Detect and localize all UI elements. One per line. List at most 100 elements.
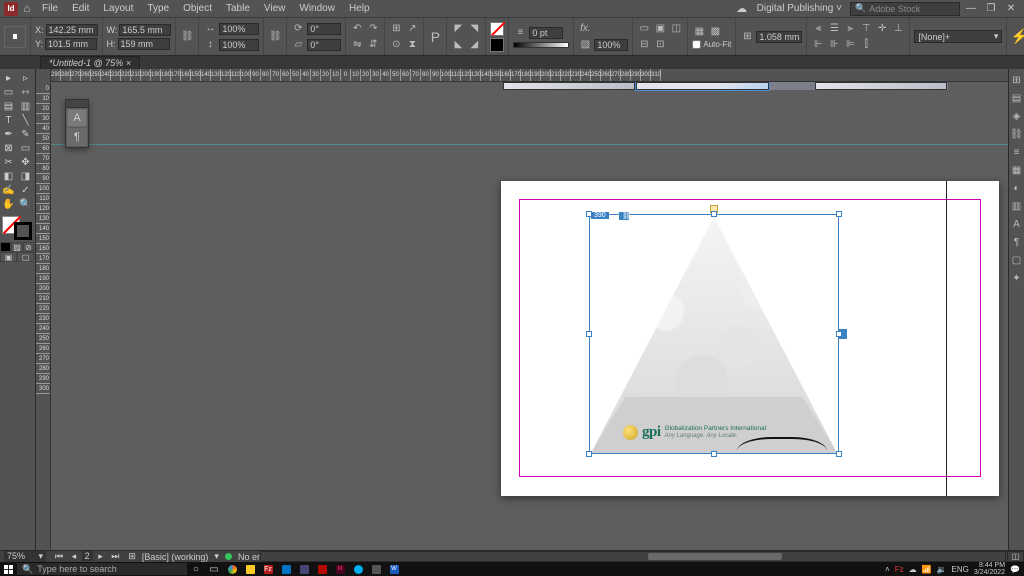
handle-ml[interactable] xyxy=(586,331,592,337)
character-styles-panel-icon[interactable]: A xyxy=(1010,217,1024,231)
master-page-label[interactable]: [Basic] (working) xyxy=(142,552,209,562)
pencil-tool[interactable]: ✎ xyxy=(17,127,34,141)
panel-grip-icon[interactable] xyxy=(66,100,88,108)
tab-close-icon[interactable]: × xyxy=(126,58,131,68)
menu-view[interactable]: View xyxy=(258,1,292,16)
free-transform-tool[interactable]: ✥ xyxy=(17,155,34,169)
tray-onedrive-icon[interactable]: ☁ xyxy=(909,565,917,574)
stock-search[interactable]: 🔍 Adobe Stock xyxy=(850,2,960,16)
split-view-icon[interactable]: ◫ xyxy=(1007,551,1024,562)
wrap-shape-icon[interactable]: ◫ xyxy=(669,22,683,36)
stroke-weight-field[interactable]: 0 pt xyxy=(529,27,563,39)
character-panel-icon[interactable]: A xyxy=(67,109,87,127)
align-right-icon[interactable]: ⫸ xyxy=(843,22,857,36)
taskbar-app-acrobat[interactable] xyxy=(313,562,331,576)
color-panel-icon[interactable]: ◐ xyxy=(1010,181,1024,195)
preflight-status-icon[interactable] xyxy=(225,553,232,560)
object-styles-panel-icon[interactable]: ▢ xyxy=(1010,253,1024,267)
gpu-preview-icon[interactable]: ⚡ xyxy=(1011,25,1024,49)
gap-tool[interactable]: ⇿ xyxy=(17,85,34,99)
taskbar-app-settings[interactable] xyxy=(367,562,385,576)
window-minimize-icon[interactable]: — xyxy=(962,2,980,16)
last-page-button[interactable]: ⏭ xyxy=(108,551,122,561)
horizontal-guide[interactable] xyxy=(51,144,1008,145)
taskbar-app-outlook[interactable] xyxy=(277,562,295,576)
tray-filezilla-icon[interactable]: Fz xyxy=(895,565,904,574)
constrain-scale-icon[interactable]: ⛓ xyxy=(268,30,282,44)
type-tool[interactable]: T xyxy=(0,113,17,127)
corner-bl-icon[interactable]: ◣ xyxy=(451,38,465,52)
opacity-field[interactable]: 100% xyxy=(594,39,628,51)
swatches-panel-icon[interactable]: ▦ xyxy=(1010,163,1024,177)
hourglass-icon[interactable]: ⧗ xyxy=(405,38,419,52)
dist-right-icon[interactable]: ⊫ xyxy=(843,38,857,52)
align-left-icon[interactable]: ⫷ xyxy=(811,22,825,36)
wrap-column-icon[interactable]: ⊡ xyxy=(653,38,667,52)
task-view-icon[interactable]: ▭ xyxy=(205,562,223,576)
flip-h-icon[interactable]: ⇋ xyxy=(350,38,364,52)
pen-tool[interactable]: ✒ xyxy=(0,127,17,141)
stroke-style-dropdown[interactable] xyxy=(513,42,569,48)
cc-libraries-panel-icon[interactable]: ▥ xyxy=(1010,199,1024,213)
hand-tool[interactable]: ✋ xyxy=(0,197,17,211)
fill-swatch[interactable] xyxy=(490,22,504,36)
rectangle-tool[interactable]: ▭ xyxy=(17,141,34,155)
horizontal-ruler[interactable]: 2902802702602502402302202102001901801701… xyxy=(51,69,1008,82)
align-vcenter-icon[interactable]: ✛ xyxy=(875,22,889,36)
apply-color-button[interactable] xyxy=(0,242,11,252)
paragraph-panel-icon[interactable]: ¶ xyxy=(67,128,87,146)
taskbar-app-teams[interactable] xyxy=(295,562,313,576)
windows-start-button[interactable] xyxy=(0,562,16,576)
scale-x-field[interactable]: 100% xyxy=(219,23,259,35)
dist-hcenter-icon[interactable]: ⊪ xyxy=(827,38,841,52)
open-navigator-icon[interactable]: ⊞ xyxy=(128,551,136,562)
prev-page-button[interactable]: ◂ xyxy=(69,551,80,561)
x-field[interactable]: 142.25 mm xyxy=(46,24,98,36)
tray-wifi-icon[interactable]: 📶 xyxy=(922,565,932,574)
corner-br-icon[interactable]: ◢ xyxy=(467,38,481,52)
properties-panel-icon[interactable]: ⊞ xyxy=(1010,73,1024,87)
window-restore-icon[interactable]: ❐ xyxy=(982,2,1000,16)
cloud-sync-icon[interactable]: ☁ xyxy=(735,2,749,16)
links-panel-icon[interactable]: ⛓ xyxy=(1010,127,1024,141)
home-icon[interactable]: ⌂ xyxy=(20,2,34,16)
corner-tr-icon[interactable]: ◥ xyxy=(467,22,481,36)
cortana-icon[interactable]: ○ xyxy=(187,562,205,576)
tray-notifications-icon[interactable]: 💬 xyxy=(1010,565,1020,574)
normal-mode-button[interactable]: ▣ xyxy=(0,252,17,262)
next-page-button[interactable]: ▸ xyxy=(95,551,106,561)
document-tab[interactable]: *Untitled-1 @ 75% × xyxy=(40,56,140,69)
apply-gradient-button[interactable]: ▨ xyxy=(11,242,22,252)
w-field[interactable]: 165.5 mm xyxy=(119,24,171,36)
page-tool[interactable]: ▭ xyxy=(0,85,17,99)
paragraph-styles-panel-icon[interactable]: ¶ xyxy=(1010,235,1024,249)
horizontal-scrollbar[interactable] xyxy=(260,551,1006,562)
gradient-feather-tool[interactable]: ◨ xyxy=(17,169,34,183)
handle-mr[interactable] xyxy=(836,331,842,337)
zoom-level-dropdown[interactable]: 75%▾ xyxy=(4,551,46,562)
align-bottom-icon[interactable]: ⊥ xyxy=(891,22,905,36)
flip-v-icon[interactable]: ⇵ xyxy=(366,38,380,52)
handle-tl[interactable] xyxy=(586,211,592,217)
paragraph-icon[interactable]: P xyxy=(428,30,442,44)
align-hcenter-icon[interactable]: ☰ xyxy=(827,22,841,36)
spread-thumb-1[interactable] xyxy=(503,82,635,90)
align-top-icon[interactable]: ⊤ xyxy=(859,22,873,36)
fit-frame-icon[interactable]: ▦ xyxy=(692,24,706,38)
spread-thumb-3[interactable] xyxy=(815,82,947,90)
fit-content-icon[interactable]: ▩ xyxy=(708,24,722,38)
window-close-icon[interactable]: ✕ xyxy=(1002,2,1020,16)
taskbar-search[interactable]: 🔍 Type here to search xyxy=(17,563,187,575)
menu-file[interactable]: File xyxy=(36,1,64,16)
menu-type[interactable]: Type xyxy=(141,1,175,16)
fill-stroke-control[interactable] xyxy=(0,214,34,242)
selection-bounding-box[interactable]: 390 ⛓ xyxy=(589,214,839,454)
tray-language[interactable]: ENG xyxy=(952,565,969,574)
tray-clock[interactable]: 8:44 PM3/24/2022 xyxy=(974,562,1005,576)
layers-panel-icon[interactable]: ◈ xyxy=(1010,109,1024,123)
handle-br[interactable] xyxy=(836,451,842,457)
effects-panel-icon[interactable]: ✦ xyxy=(1010,271,1024,285)
dim-arrow-icon[interactable]: ↗ xyxy=(405,22,419,36)
spread-thumb-2[interactable] xyxy=(636,82,768,90)
eyedropper-tool[interactable]: ✓ xyxy=(17,183,34,197)
